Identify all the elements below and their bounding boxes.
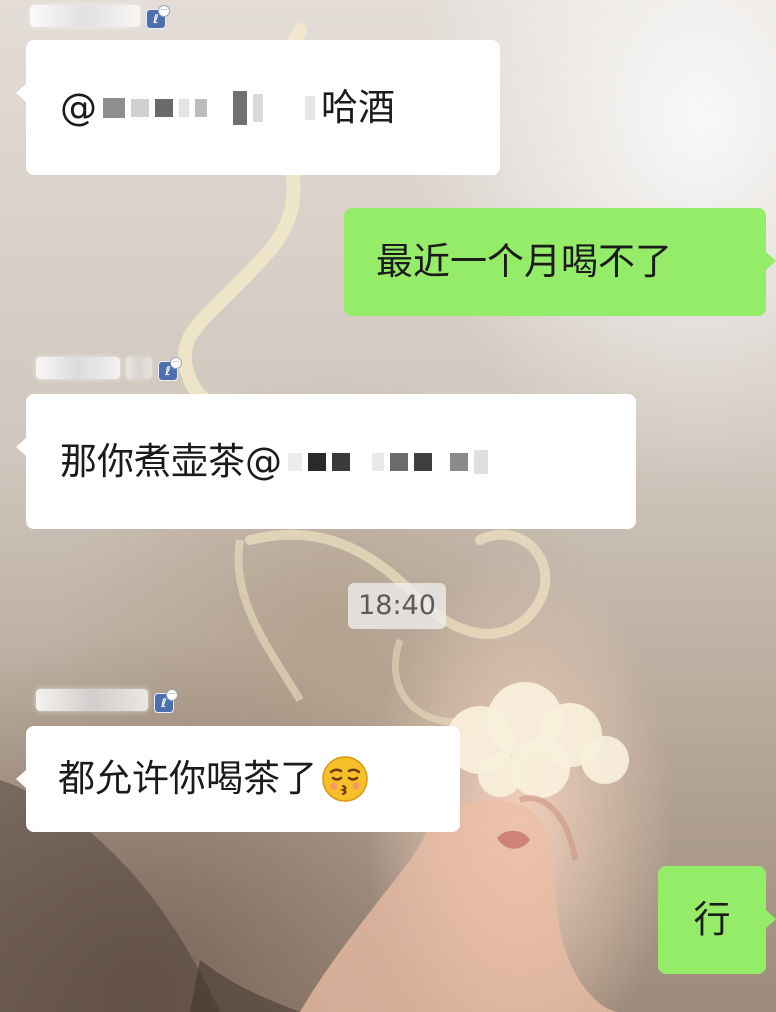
message-bubble-incoming[interactable]: @ 哈酒 bbox=[16, 40, 500, 175]
redacted-mention-name bbox=[103, 90, 315, 125]
message-timestamp: 18:40 bbox=[348, 583, 446, 629]
mention-symbol: @ bbox=[60, 85, 97, 129]
message-text: 那你煮壶茶@ bbox=[60, 439, 282, 483]
message-text: 最近一个月喝不了 bbox=[376, 240, 672, 283]
sender-header: ℓ ··· bbox=[30, 2, 170, 30]
kissing-face-emoji bbox=[322, 756, 368, 802]
message-bubble-incoming[interactable]: 都允许你喝茶了 bbox=[16, 726, 460, 832]
sender-header: ℓ ··· bbox=[36, 354, 182, 382]
message-bubble-outgoing[interactable]: 行 bbox=[658, 866, 776, 974]
member-badge-icon: ℓ ··· bbox=[158, 357, 182, 381]
message-text: 哈酒 bbox=[321, 85, 395, 129]
member-badge-icon: ℓ ··· bbox=[146, 5, 170, 29]
sender-header: ℓ ··· bbox=[36, 686, 178, 714]
sender-name-blurred bbox=[126, 357, 152, 379]
member-badge-icon: ℓ ··· bbox=[154, 689, 178, 713]
redacted-mention-name bbox=[288, 449, 488, 474]
sender-name-blurred bbox=[30, 5, 140, 27]
sender-name-blurred bbox=[36, 689, 148, 711]
message-bubble-outgoing[interactable]: 最近一个月喝不了 bbox=[344, 208, 776, 316]
sender-name-blurred bbox=[36, 357, 120, 379]
message-bubble-incoming[interactable]: 那你煮壶茶@ bbox=[16, 394, 636, 529]
message-text: 行 bbox=[693, 898, 731, 941]
message-text: 都允许你喝茶了 bbox=[58, 757, 317, 800]
